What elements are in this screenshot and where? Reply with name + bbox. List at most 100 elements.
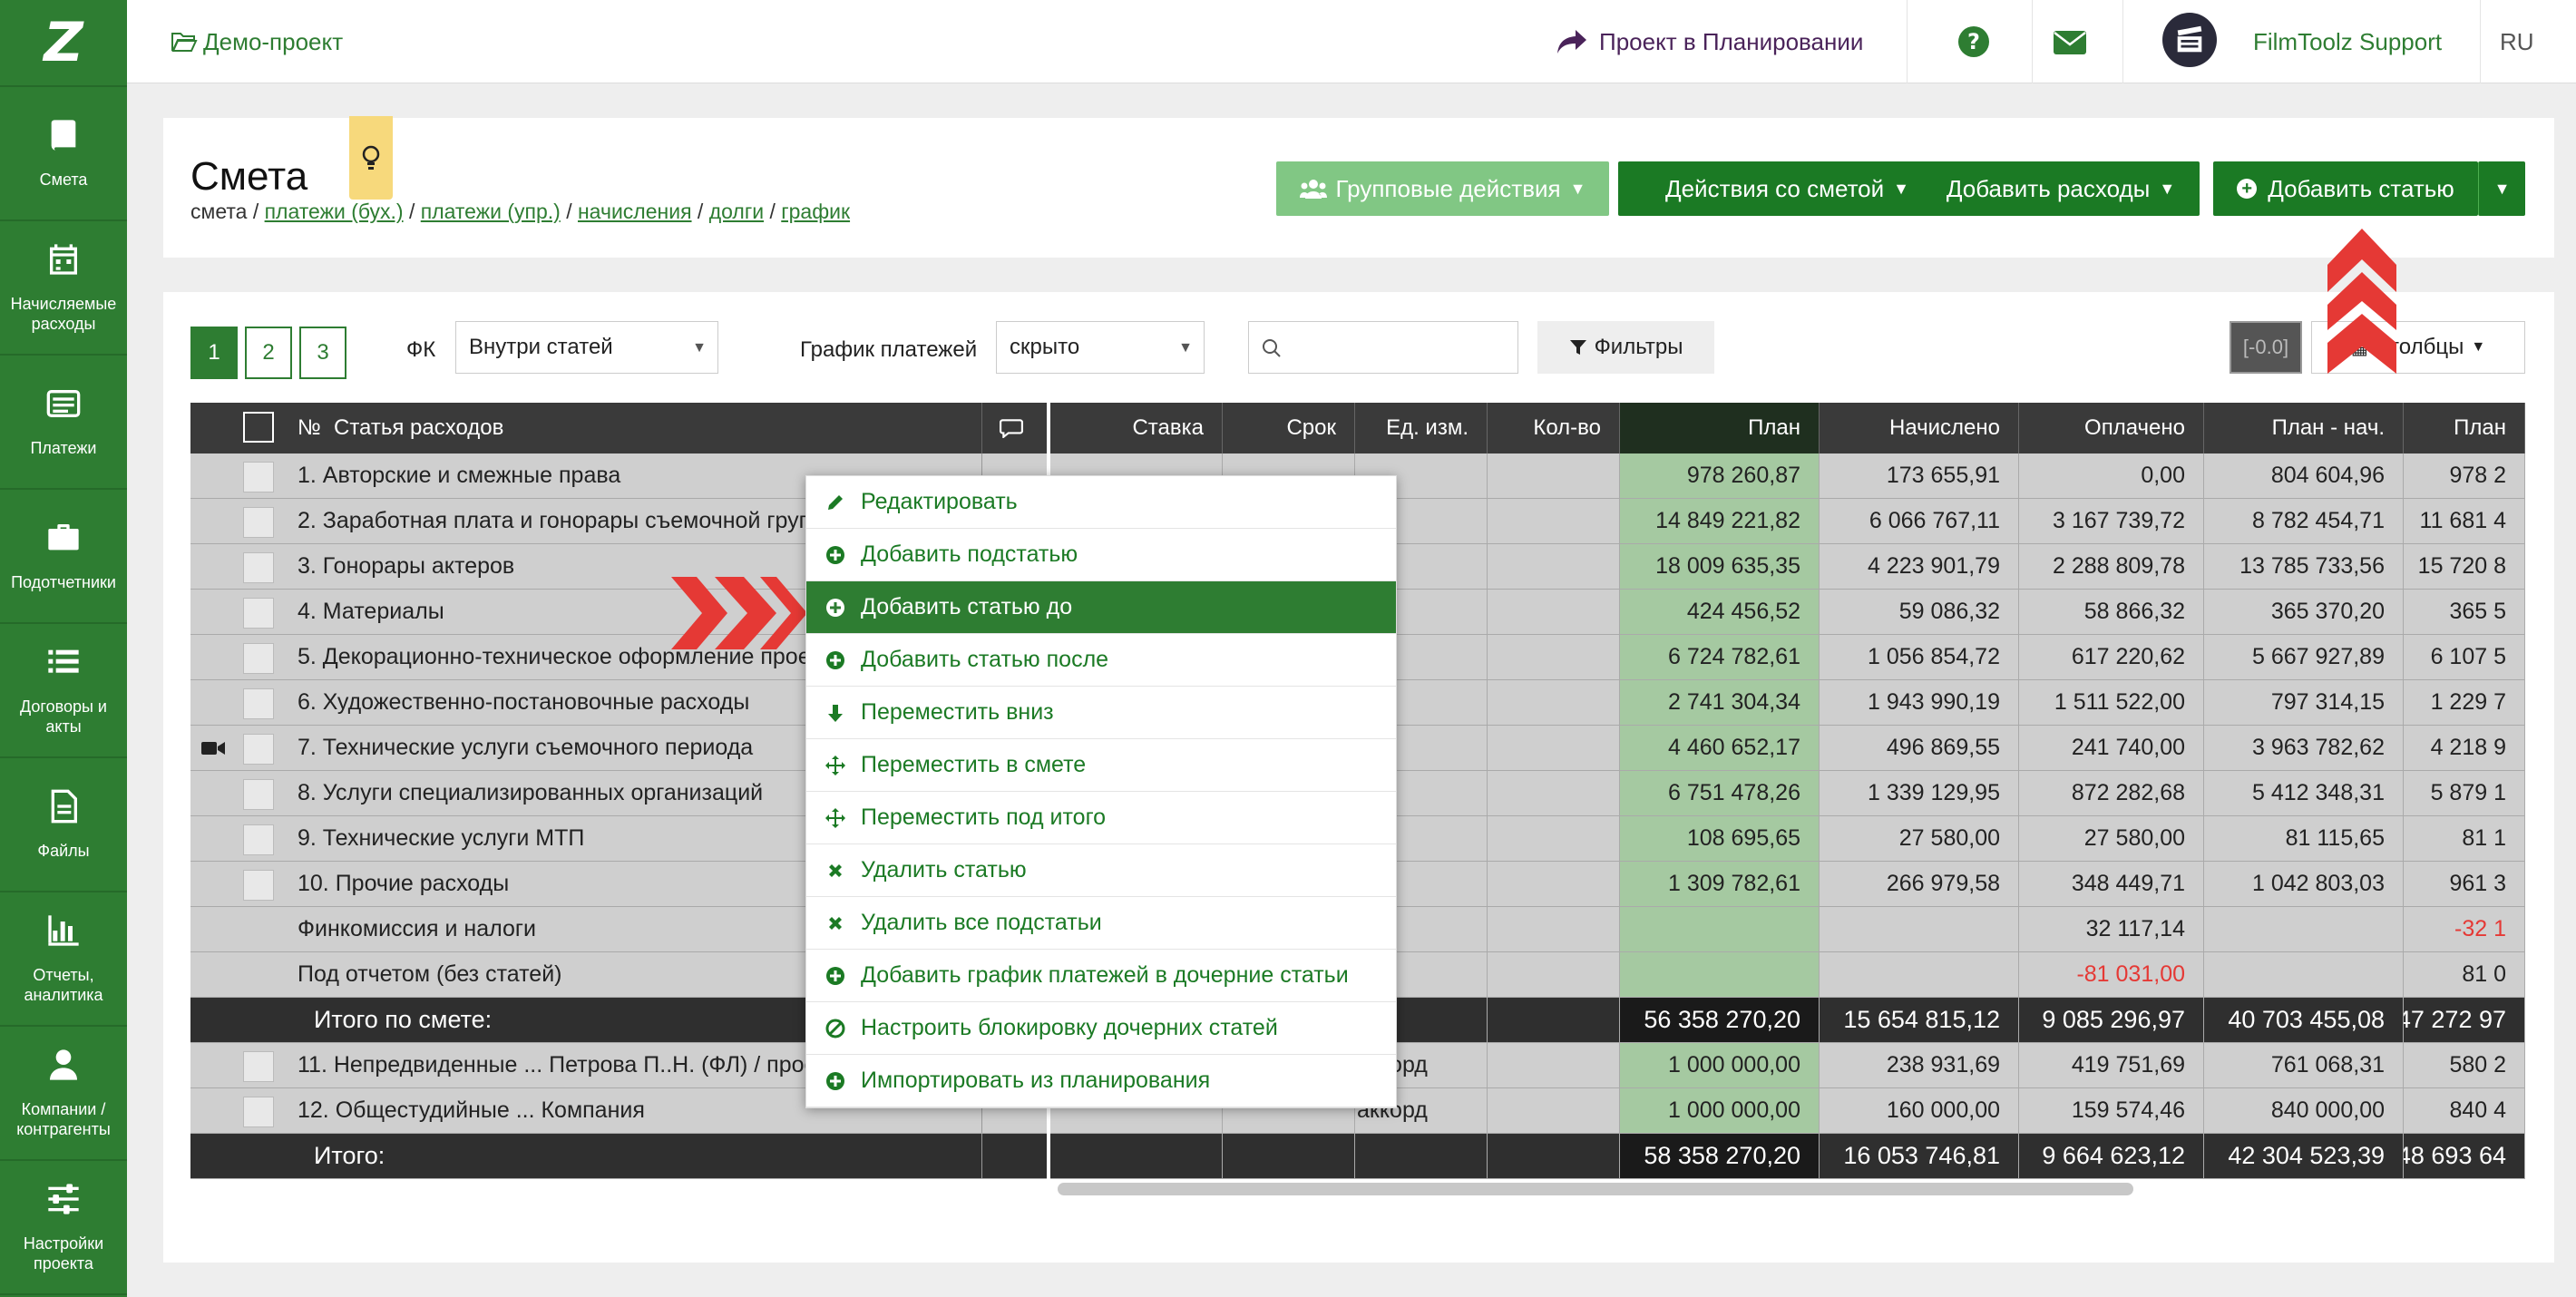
col-header-article[interactable]: Статья расходов: [334, 403, 503, 453]
row-checkbox[interactable]: [243, 824, 274, 855]
user-name[interactable]: FilmToolz Support: [2253, 0, 2442, 83]
move-icon: [825, 755, 846, 776]
col-header[interactable]: Срок: [1223, 403, 1355, 453]
col-header[interactable]: Начислено: [1820, 403, 2019, 453]
row-checkbox[interactable]: [243, 507, 274, 538]
plus-circle-icon: [825, 965, 846, 987]
row-checkbox[interactable]: [243, 598, 274, 629]
filters-button[interactable]: Фильтры: [1537, 321, 1714, 374]
add-expenses-button[interactable]: Добавить расходы ▼: [1922, 161, 2200, 216]
select-all-checkbox[interactable]: [243, 412, 274, 443]
context-menu-item[interactable]: Удалить статью: [806, 844, 1396, 897]
col-header[interactable]: Оплачено: [2019, 403, 2204, 453]
breadcrumb-link-payments-mgmt[interactable]: платежи (упр.): [421, 200, 561, 223]
sidebar-item-reports[interactable]: Отчеты, аналитика: [0, 892, 127, 1027]
breadcrumb-link-payments-acc[interactable]: платежи (бух.): [265, 200, 404, 223]
context-menu-item[interactable]: Удалить все подстатьи: [806, 897, 1396, 950]
schedule-select[interactable]: скрыто ▼: [996, 321, 1205, 374]
comment-icon[interactable]: [1000, 403, 1023, 453]
context-menu-item[interactable]: Переместить в смете: [806, 739, 1396, 792]
cell-plan2: 4 218 9: [2404, 726, 2525, 770]
cell-ed: [1355, 1134, 1488, 1178]
list-alt-icon: [46, 390, 81, 417]
project-link[interactable]: Демо-проект: [171, 0, 343, 83]
cell-empty: [1488, 726, 1620, 770]
cell-nach: [1820, 907, 2019, 951]
context-menu-item[interactable]: Добавить подстатью: [806, 529, 1396, 581]
breadcrumb-link-accruals[interactable]: начисления: [578, 200, 692, 223]
fk-select[interactable]: Внутри статей ▼: [455, 321, 718, 374]
breadcrumb-link-schedule[interactable]: график: [781, 200, 850, 223]
table-total-row[interactable]: Итого:: [190, 1134, 1047, 1179]
context-menu-item[interactable]: Добавить график платежей в дочерние стат…: [806, 950, 1396, 1002]
search-input[interactable]: [1289, 327, 1507, 367]
context-menu-item[interactable]: Добавить статью до: [806, 581, 1396, 634]
row-checkbox[interactable]: [243, 1051, 274, 1082]
add-expenses-label: Добавить расходы: [1946, 174, 2151, 202]
context-menu-item[interactable]: Редактировать: [806, 476, 1396, 529]
row-checkbox[interactable]: [243, 552, 274, 583]
app-logo[interactable]: Z: [0, 0, 127, 87]
row-checkbox[interactable]: [243, 734, 274, 765]
planning-link[interactable]: Проект в Планировании: [1556, 0, 1863, 83]
col-header[interactable]: Ед. изм.: [1355, 403, 1488, 453]
add-article-button[interactable]: + Добавить статью: [2213, 161, 2478, 216]
table-total-row[interactable]: 58 358 270,20 16 053 746,81 9 664 623,12 42…: [1050, 1134, 2525, 1179]
caret-down-icon: ▼: [692, 340, 707, 356]
row-checkbox[interactable]: [243, 688, 274, 719]
row-checkbox[interactable]: [243, 870, 274, 901]
cell-plan2: 15 720 8: [2404, 544, 2525, 589]
context-menu-item[interactable]: Добавить статью после: [806, 634, 1396, 687]
sliders-icon: [48, 1184, 79, 1214]
col-header[interactable]: Кол-во: [1488, 403, 1620, 453]
cell-empty: [1488, 680, 1620, 725]
row-checkbox[interactable]: [243, 462, 274, 492]
cell-nach: 238 931,69: [1820, 1043, 2019, 1087]
sidebar-item-companies[interactable]: Компании / контрагенты: [0, 1027, 127, 1161]
context-menu-item[interactable]: Импортировать из планирования: [806, 1055, 1396, 1107]
sidebar-item-estimate[interactable]: Смета: [0, 87, 127, 221]
estimate-actions-button[interactable]: Действия со сметой ▼: [1618, 161, 1956, 216]
context-menu-item[interactable]: Настроить блокировку дочерних статей: [806, 1002, 1396, 1055]
row-checkbox[interactable]: [243, 643, 274, 674]
envelope-icon[interactable]: [2052, 25, 2088, 58]
context-menu-item[interactable]: Переместить вниз: [806, 687, 1396, 739]
context-menu-item-label: Переместить под итого: [861, 805, 1107, 830]
col-header[interactable]: План - нач.: [2204, 403, 2404, 453]
sidebar-item-files[interactable]: Файлы: [0, 758, 127, 892]
avatar[interactable]: [2162, 13, 2217, 67]
breadcrumb-link-debts[interactable]: долги: [709, 200, 764, 223]
cell-opl: 32 117,14: [2019, 907, 2204, 951]
help-icon[interactable]: ?: [1957, 25, 1990, 58]
cell-empty: [1488, 771, 1620, 815]
page-button-2[interactable]: 2: [245, 327, 292, 379]
hint-badge[interactable]: [349, 116, 393, 200]
search-box: [1248, 321, 1518, 374]
sidebar-item-accountables[interactable]: Подотчетники: [0, 490, 127, 624]
add-article-dropdown-button[interactable]: ▼: [2478, 161, 2525, 216]
group-actions-button[interactable]: Групповые действия ▼: [1276, 161, 1609, 216]
page-button-1[interactable]: 1: [190, 327, 238, 379]
language-switch[interactable]: RU: [2500, 0, 2534, 83]
col-header[interactable]: Ставка: [1050, 403, 1223, 453]
col-header[interactable]: План: [2404, 403, 2525, 453]
sidebar-item-settings[interactable]: Настройки проекта: [0, 1161, 127, 1295]
col-header[interactable]: План: [1620, 403, 1820, 453]
folder-open-icon: [171, 33, 198, 52]
sidebar-item-payments[interactable]: Платежи: [0, 356, 127, 490]
context-menu-item[interactable]: Переместить под итого: [806, 792, 1396, 844]
sidebar-item-contracts[interactable]: Договоры и акты: [0, 624, 127, 758]
cell-nach: 266 979,58: [1820, 862, 2019, 906]
cell-plan: 18 009 635,35: [1620, 544, 1820, 589]
cell-nach: 496 869,55: [1820, 726, 2019, 770]
row-checkbox[interactable]: [243, 1097, 274, 1127]
zero-toggle-button[interactable]: [-0.0]: [2230, 321, 2302, 374]
page-button-3[interactable]: 3: [299, 327, 346, 379]
bar-chart-icon: [48, 915, 79, 946]
sidebar-item-accruals[interactable]: Начисляемые расходы: [0, 221, 127, 356]
row-checkbox[interactable]: [243, 779, 274, 810]
cell-nach: 173 655,91: [1820, 453, 2019, 498]
horizontal-scrollbar[interactable]: [1058, 1183, 2133, 1195]
estimate-actions-label: Действия со сметой: [1664, 174, 1885, 202]
cell-plan: 108 695,65: [1620, 816, 1820, 861]
